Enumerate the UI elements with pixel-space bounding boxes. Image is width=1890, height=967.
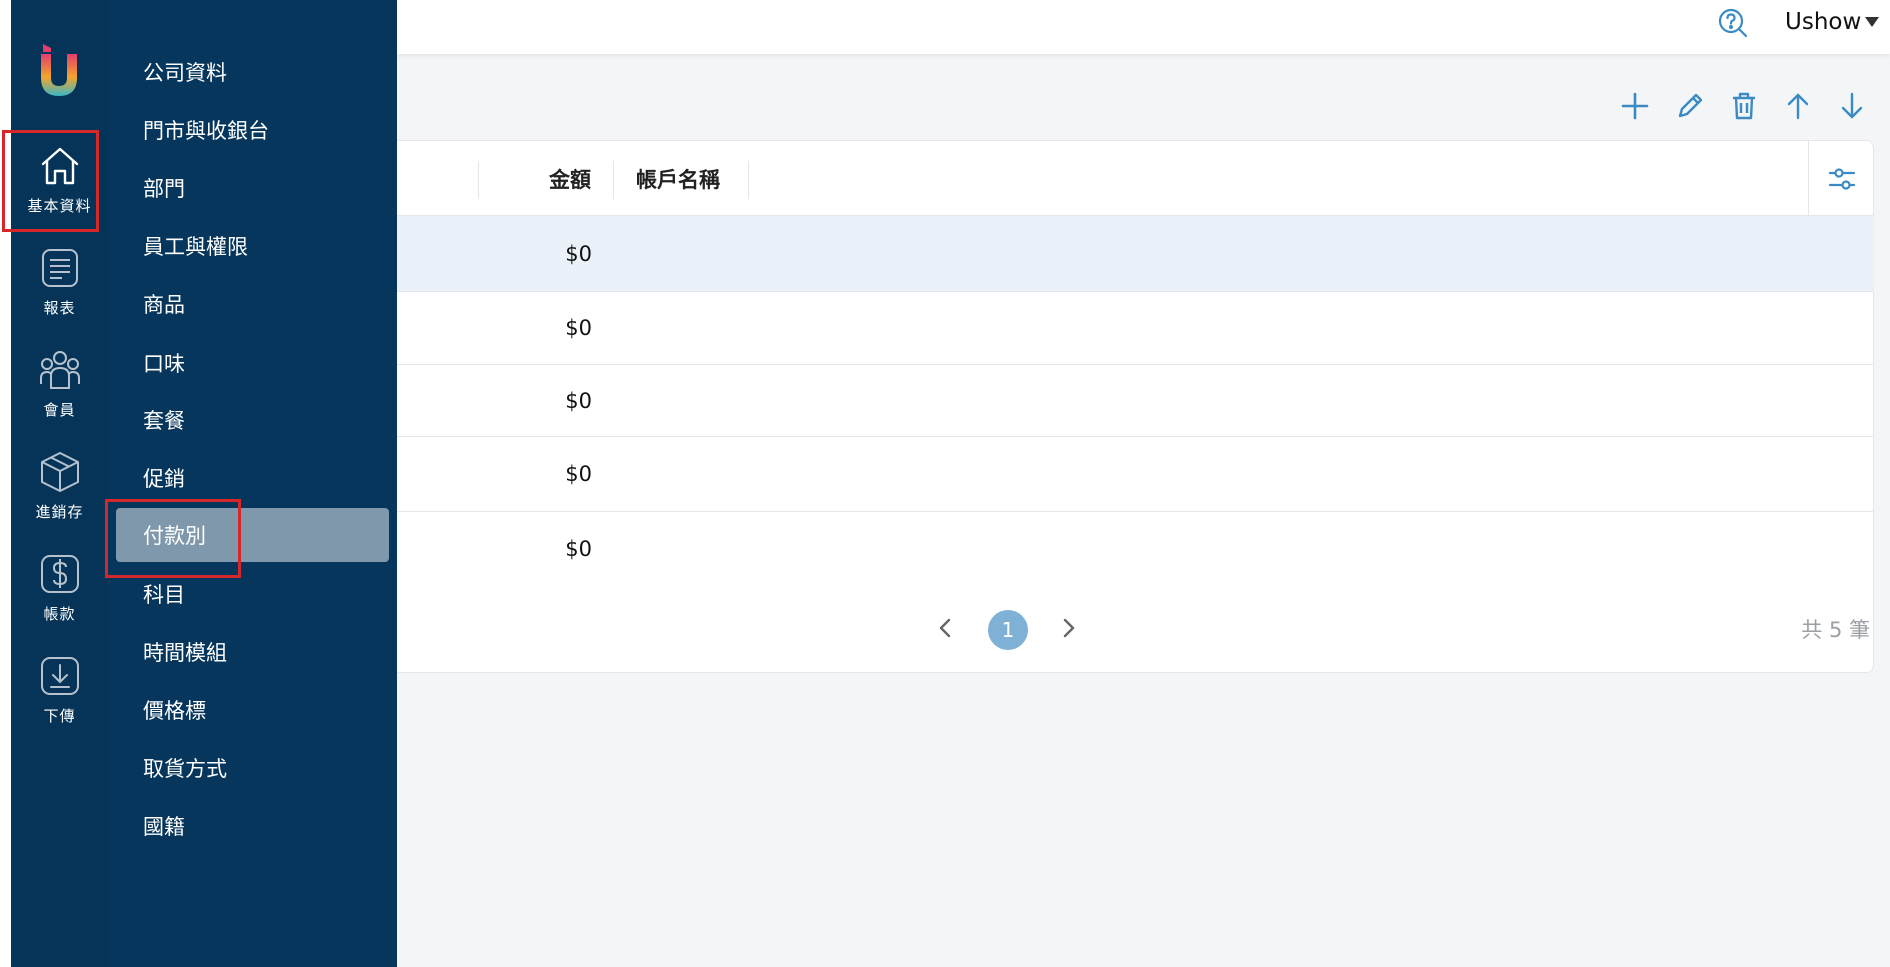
submenu-item-departments[interactable]: 部門: [116, 161, 389, 215]
page-number-current[interactable]: 1: [988, 610, 1028, 650]
chevron-right-icon: [1063, 618, 1075, 638]
move-down-button[interactable]: [1834, 88, 1870, 124]
rail-item-label: 會員: [43, 401, 76, 419]
cell-amount: $0: [565, 388, 592, 413]
submenu-item-products[interactable]: 商品: [116, 277, 389, 331]
download-icon: [38, 654, 82, 698]
column-separator: [478, 161, 479, 199]
rail-item-label: 下傳: [43, 707, 76, 725]
cell-amount: $0: [565, 241, 592, 266]
submenu-item-combos[interactable]: 套餐: [116, 393, 389, 447]
top-header: Ushow: [397, 0, 1890, 54]
icon-rail: 基本資料 報表 會員 進銷存 帳款 下傳: [11, 0, 108, 967]
rail-item-reports[interactable]: 報表: [11, 238, 108, 334]
rail-item-download[interactable]: 下傳: [11, 646, 108, 742]
submenu-item-time-modules[interactable]: 時間模組: [116, 625, 389, 679]
add-button[interactable]: [1617, 88, 1653, 124]
move-down-icon: [1841, 92, 1863, 119]
column-separator: [613, 161, 614, 199]
submenu-item-company[interactable]: 公司資料: [116, 45, 389, 99]
user-name: Ushow: [1785, 9, 1862, 35]
rail-item-basic-data[interactable]: 基本資料: [11, 136, 108, 232]
home-icon: [38, 144, 82, 188]
table-row[interactable]: $0: [397, 216, 1874, 292]
rail-item-label: 進銷存: [35, 503, 84, 521]
table-row[interactable]: $0: [397, 512, 1874, 586]
move-up-button[interactable]: [1780, 88, 1816, 124]
chevron-left-icon: [939, 618, 951, 638]
total-count: 共 5 筆: [1801, 618, 1870, 642]
column-separator: [748, 161, 749, 199]
edge-strip: [0, 0, 11, 967]
table-row[interactable]: $0: [397, 292, 1874, 365]
table-header: 金額 帳戶名稱: [397, 141, 1874, 216]
submenu-item-price-tags[interactable]: 價格標: [116, 683, 389, 737]
app-root: 基本資料 報表 會員 進銷存 帳款 下傳 公司資料 門市與收銀台 部門 員工與權…: [0, 0, 1890, 967]
delete-button[interactable]: [1726, 88, 1762, 124]
members-icon: [38, 348, 82, 392]
table-row[interactable]: $0: [397, 437, 1874, 512]
rail-item-label: 帳款: [43, 605, 76, 623]
column-header-account-name[interactable]: 帳戶名稱: [636, 141, 720, 216]
rail-item-label: 基本資料: [27, 197, 92, 215]
report-icon: [38, 246, 82, 290]
submenu-item-promotions[interactable]: 促銷: [116, 451, 389, 505]
submenu-item-payment-types[interactable]: 付款別: [116, 508, 389, 562]
caret-down-icon: [1865, 17, 1880, 27]
u-logo-icon[interactable]: [33, 40, 85, 100]
dollar-icon: [38, 552, 82, 596]
table-row[interactable]: $0: [397, 365, 1874, 437]
help-search-icon[interactable]: [1717, 7, 1749, 39]
delete-icon: [1733, 92, 1755, 120]
cell-amount: $0: [565, 462, 592, 486]
next-page-button[interactable]: [1054, 614, 1082, 642]
edit-button[interactable]: [1672, 88, 1708, 124]
submenu-item-staff[interactable]: 員工與權限: [116, 219, 389, 273]
add-icon: [1621, 92, 1649, 120]
box-icon: [38, 450, 82, 494]
move-up-icon: [1787, 93, 1809, 120]
cell-amount: $0: [565, 316, 592, 340]
cell-amount: $0: [565, 537, 592, 561]
submenu-panel: 公司資料 門市與收銀台 部門 員工與權限 商品 口味 套餐 促銷 付款別 科目 …: [108, 0, 397, 967]
edit-icon: [1678, 93, 1703, 118]
sliders-icon: [1828, 167, 1855, 190]
rail-item-label: 報表: [43, 299, 76, 317]
rail-item-accounts[interactable]: 帳款: [11, 544, 108, 640]
user-menu[interactable]: Ushow: [1785, 6, 1880, 38]
column-settings-button[interactable]: [1808, 141, 1874, 216]
submenu-item-subjects[interactable]: 科目: [116, 567, 389, 621]
submenu-item-stores[interactable]: 門市與收銀台: [116, 103, 389, 157]
submenu-item-flavors[interactable]: 口味: [116, 336, 389, 390]
payment-types-table: 金額 帳戶名稱 $0 $0 $0 $0 $0: [397, 140, 1874, 673]
column-header-amount[interactable]: 金額: [549, 141, 591, 216]
prev-page-button[interactable]: [932, 614, 960, 642]
submenu-item-nationality[interactable]: 國籍: [116, 799, 389, 853]
rail-item-members[interactable]: 會員: [11, 340, 108, 436]
submenu-item-pickup[interactable]: 取貨方式: [116, 741, 389, 795]
rail-item-inventory[interactable]: 進銷存: [11, 442, 108, 538]
